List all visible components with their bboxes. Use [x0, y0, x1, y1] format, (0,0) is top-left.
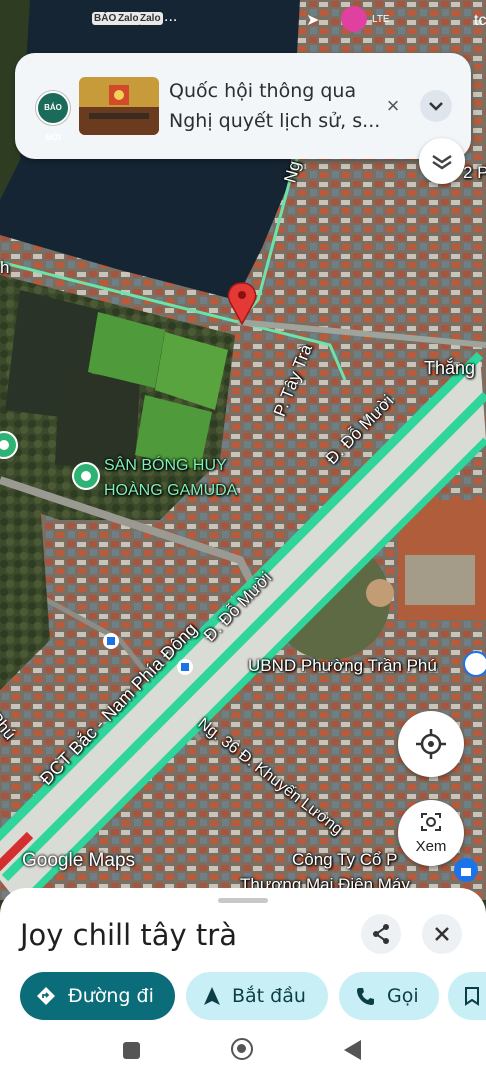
home-dot [237, 1044, 246, 1053]
map-label-cong-ty[interactable]: Công Ty Cổ P [292, 850, 398, 870]
notification-body: Nghị quyết lịch sử, s... [169, 110, 381, 132]
status-bar: BÁO MỚI Zalo Zalo ... ➤ LTE tc [0, 0, 486, 42]
notification-title: Quốc hội thông qua [169, 80, 357, 102]
system-navigation-bar [0, 1028, 486, 1080]
directions-label: Đường đi [68, 985, 154, 1007]
call-button[interactable]: Gọi [339, 972, 439, 1020]
bookmark-icon [465, 987, 479, 1006]
place-name-san-bong-2[interactable]: HOÀNG GAMUDA [104, 480, 237, 502]
more-notifications: ... [164, 8, 178, 25]
start-navigation-button[interactable]: Bắt đầu [186, 972, 328, 1020]
directions-button[interactable]: Đường đi [20, 972, 175, 1020]
recent-apps-button[interactable] [123, 1042, 140, 1059]
news-notification[interactable]: BÁO MỚI Quốc hội thông qua Nghị quyết lị… [15, 53, 471, 159]
bus-stop-icon[interactable] [181, 663, 189, 671]
camera-lens-icon [421, 813, 441, 831]
close-icon [435, 927, 449, 941]
screen-recorder-icon [341, 6, 367, 32]
lens-view-label: Xem [415, 838, 447, 855]
place-title: Joy chill tây trà [20, 918, 237, 952]
signal-badge: LTE [372, 14, 390, 25]
call-label: Gọi [387, 985, 419, 1007]
close-sheet-button[interactable] [422, 914, 462, 954]
back-button[interactable] [344, 1040, 362, 1060]
government-office-icon[interactable] [463, 651, 486, 677]
home-button[interactable] [231, 1038, 253, 1060]
map-label-ubnd[interactable]: UBND Phường Trần Phú [248, 656, 437, 676]
sheet-drag-handle[interactable] [218, 898, 268, 903]
google-maps-logo: Google Maps [22, 850, 136, 871]
place-bottom-sheet[interactable]: Joy chill tây trà Đường đi Bắt đầu Gọi [0, 888, 486, 1028]
location-arrow-icon: ➤ [306, 12, 320, 29]
layers-button[interactable] [419, 138, 465, 184]
place-name-san-bong-1[interactable]: SÂN BÓNG HUY [104, 455, 227, 477]
share-icon [373, 924, 389, 944]
close-icon[interactable]: × [381, 94, 405, 118]
save-button[interactable] [448, 972, 486, 1020]
directions-icon [37, 987, 55, 1005]
status-time: tc [474, 12, 486, 29]
map-label-thang: Thắng [424, 358, 476, 378]
zalo-status-icon: Zalo [116, 12, 141, 25]
layers-icon [432, 154, 452, 170]
lens-view-button[interactable]: Xem [398, 800, 464, 866]
notification-thumbnail [79, 77, 159, 135]
baomoi-app-icon: BÁO MỚI [36, 91, 70, 142]
map-label-lake-road: h [0, 258, 10, 277]
bus-stop-icon[interactable] [107, 637, 115, 645]
map-label-lane-2p: 2 P [463, 163, 486, 182]
my-location-button[interactable] [398, 711, 464, 777]
phone-icon [357, 988, 374, 1005]
navigation-arrow-icon [204, 987, 220, 1005]
chevron-down-icon[interactable] [420, 90, 452, 122]
start-label: Bắt đầu [232, 985, 306, 1007]
crosshair-icon [416, 729, 446, 759]
zalo-status-icon-2: Zalo [138, 12, 163, 25]
share-button[interactable] [361, 914, 401, 954]
